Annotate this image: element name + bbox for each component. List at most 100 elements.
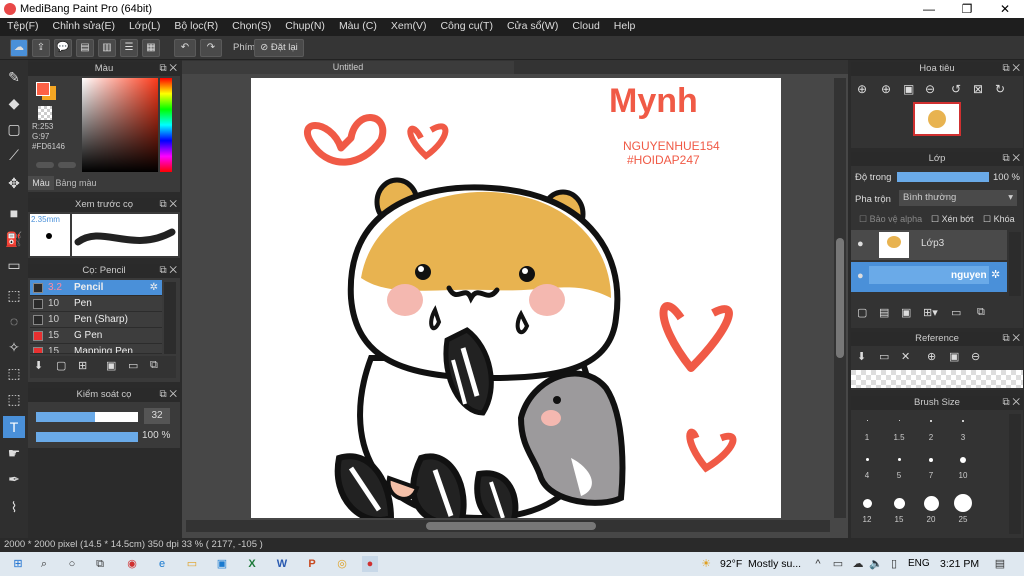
zoom-in-icon[interactable]: ⊕ [927,350,936,363]
open-folder-icon[interactable]: ▭ [879,350,889,363]
rotate-left-icon[interactable]: ↺ [951,82,961,96]
menu-help[interactable]: Help [607,18,643,36]
canvas-vertical-scrollbar[interactable] [834,78,846,518]
canvas-horizontal-scrollbar[interactable] [186,520,830,532]
search-icon[interactable]: ⌕ [36,556,52,572]
menu-window[interactable]: Cửa sổ(W) [500,18,565,36]
delete-layer-icon[interactable]: ⧉ [977,306,985,319]
add-brush-icon[interactable]: ⊞ [78,359,87,372]
zoom-out-icon[interactable]: ⊖ [971,350,980,363]
menu-tools[interactable]: Công cụ(T) [433,18,500,36]
chevron-up-icon[interactable]: ^ [810,556,826,572]
select-eraser-tool-icon[interactable]: ⬚ [3,388,25,410]
eye-icon[interactable]: ● [857,270,864,282]
redo-icon[interactable]: ↷ [200,39,222,57]
brush-size-scrollbar[interactable] [1009,414,1021,534]
new-layer-icon[interactable]: ▢ [857,306,867,319]
brush-size-slider[interactable] [36,412,138,422]
document-tab[interactable]: Untitled [182,61,514,74]
panel-close-icon[interactable]: ⧉ ✕ [159,388,177,402]
excel-icon[interactable]: X [244,556,260,572]
lock-checkbox[interactable]: ☐ Khóa [983,214,1015,225]
volume-icon[interactable]: 🔈 [868,556,884,572]
protect-alpha-checkbox[interactable]: ☐ Bảo vệ alpha [859,214,922,225]
clock[interactable]: 3:21 PM [940,558,979,570]
rectangle-tool-icon[interactable]: ▢ [3,118,25,140]
fill-rect-tool-icon[interactable]: ■ [3,202,25,224]
lasso-tool-icon[interactable]: ◌ [3,310,25,332]
menu-select[interactable]: Chọn(S) [225,18,278,36]
move-tool-icon[interactable]: ✥ [3,172,25,194]
medibang-taskbar-icon[interactable]: ● [362,556,378,572]
brush-size-option[interactable]: 15 [885,496,913,524]
brush-size-option[interactable]: 1 [853,414,881,442]
menu-snap[interactable]: Chụp(N) [278,18,332,36]
cloud-download-icon[interactable]: ⬇ [34,359,43,372]
text-tool-icon[interactable]: T [3,416,25,438]
layer-scrollbar[interactable] [1009,232,1021,296]
page-icon[interactable]: ▥ [98,39,116,57]
delete-brush-icon[interactable]: ⧉ [150,359,158,372]
app-icon-1[interactable]: ◉ [124,556,140,572]
folder-icon[interactable]: ▭ [128,359,138,372]
layer-row[interactable]: ● Lớp3 [851,230,1007,260]
line-tool-icon[interactable]: ⟋ [3,144,25,166]
transparent-swatch[interactable] [38,106,52,120]
color-slider-right[interactable] [58,162,76,168]
panel-close-icon[interactable]: ⧉ ✕ [159,62,177,76]
panel-close-icon[interactable]: ⧉ ✕ [1002,152,1020,166]
cloud-download-icon[interactable]: ⬇ [857,350,866,363]
hand-tool-icon[interactable]: ☛ [3,442,25,464]
menu-filter[interactable]: Bộ lọc(R) [167,18,225,36]
menu-layer[interactable]: Lớp(L) [122,18,167,36]
menu-view[interactable]: Xem(V) [384,18,434,36]
powerpoint-icon[interactable]: P [304,556,320,572]
file-explorer-icon[interactable]: ▭ [184,556,200,572]
brush-size-option[interactable]: 25 [949,494,977,524]
color-picker-square[interactable] [82,78,158,172]
tab-color[interactable]: Màu [28,176,54,190]
panel-close-icon[interactable]: ⧉ ✕ [1002,396,1020,410]
tab-palette[interactable]: Bảng màu [54,176,98,190]
speech-bubble-icon[interactable]: 💬 [54,39,72,57]
brush-size-option[interactable]: 12 [853,496,881,524]
select-pen-tool-icon[interactable]: ⬚ [3,362,25,384]
app-icon-2[interactable]: ▣ [214,556,230,572]
reset-button[interactable]: ⊘ Đặt lại [254,39,304,57]
eyedropper-tool-icon[interactable]: ⌇ [3,496,25,518]
menu-edit[interactable]: Chỉnh sửa(E) [46,18,122,36]
maximize-icon[interactable]: ❐ [948,0,986,18]
brush-item[interactable]: 10 Pen (Sharp) [30,312,162,328]
zoom-out-icon[interactable]: ⊖ [925,82,935,96]
copy-layer-icon[interactable]: ▣ [901,306,911,319]
folder-icon[interactable]: ▭ [951,306,961,319]
clipping-checkbox[interactable]: ☐ Xén bớt [931,214,974,225]
share-icon[interactable]: ⇪ [32,39,50,57]
add-layer-menu-icon[interactable]: ⊞▾ [923,306,938,319]
brush-list-scrollbar[interactable] [164,282,176,354]
grid-icon[interactable]: ▦ [142,39,160,57]
brush-size-option[interactable]: 1.5 [885,414,913,442]
gear-icon[interactable]: ✲ [991,268,1000,281]
layer-opacity-slider[interactable] [897,172,989,182]
layer-row[interactable]: ● nguyen ✲ [851,262,1007,292]
primary-color-swatch[interactable] [36,82,50,96]
brush-size-option[interactable]: 2 [917,414,945,442]
windows-start-icon[interactable]: ⊞ [10,556,26,572]
gradient-tool-icon[interactable]: ▭ [3,254,25,276]
brush-size-option[interactable]: 4 [853,452,881,480]
brush-opacity-slider[interactable] [36,432,138,442]
eye-icon[interactable]: ● [857,238,864,250]
list-icon[interactable]: ☰ [120,39,138,57]
drawing-canvas[interactable]: Mynh NGUYENHUE154 #HOIDAP247 [251,78,781,518]
panel-close-icon[interactable]: ⧉ ✕ [1002,62,1020,76]
fit-icon[interactable]: ▣ [903,82,914,96]
navigator-thumbnail[interactable] [913,102,961,136]
task-view-icon[interactable]: ⧉ [92,556,108,572]
cortana-icon[interactable]: ○ [64,556,80,572]
brush-item[interactable]: 3.2 Pencil ✲ [30,280,162,296]
zoom-in-small-icon[interactable]: ⊕ [881,82,891,96]
color-slider-left[interactable] [36,162,54,168]
brush-tool-icon[interactable]: ✎ [3,66,25,88]
copy-brush-icon[interactable]: ▣ [106,359,116,372]
